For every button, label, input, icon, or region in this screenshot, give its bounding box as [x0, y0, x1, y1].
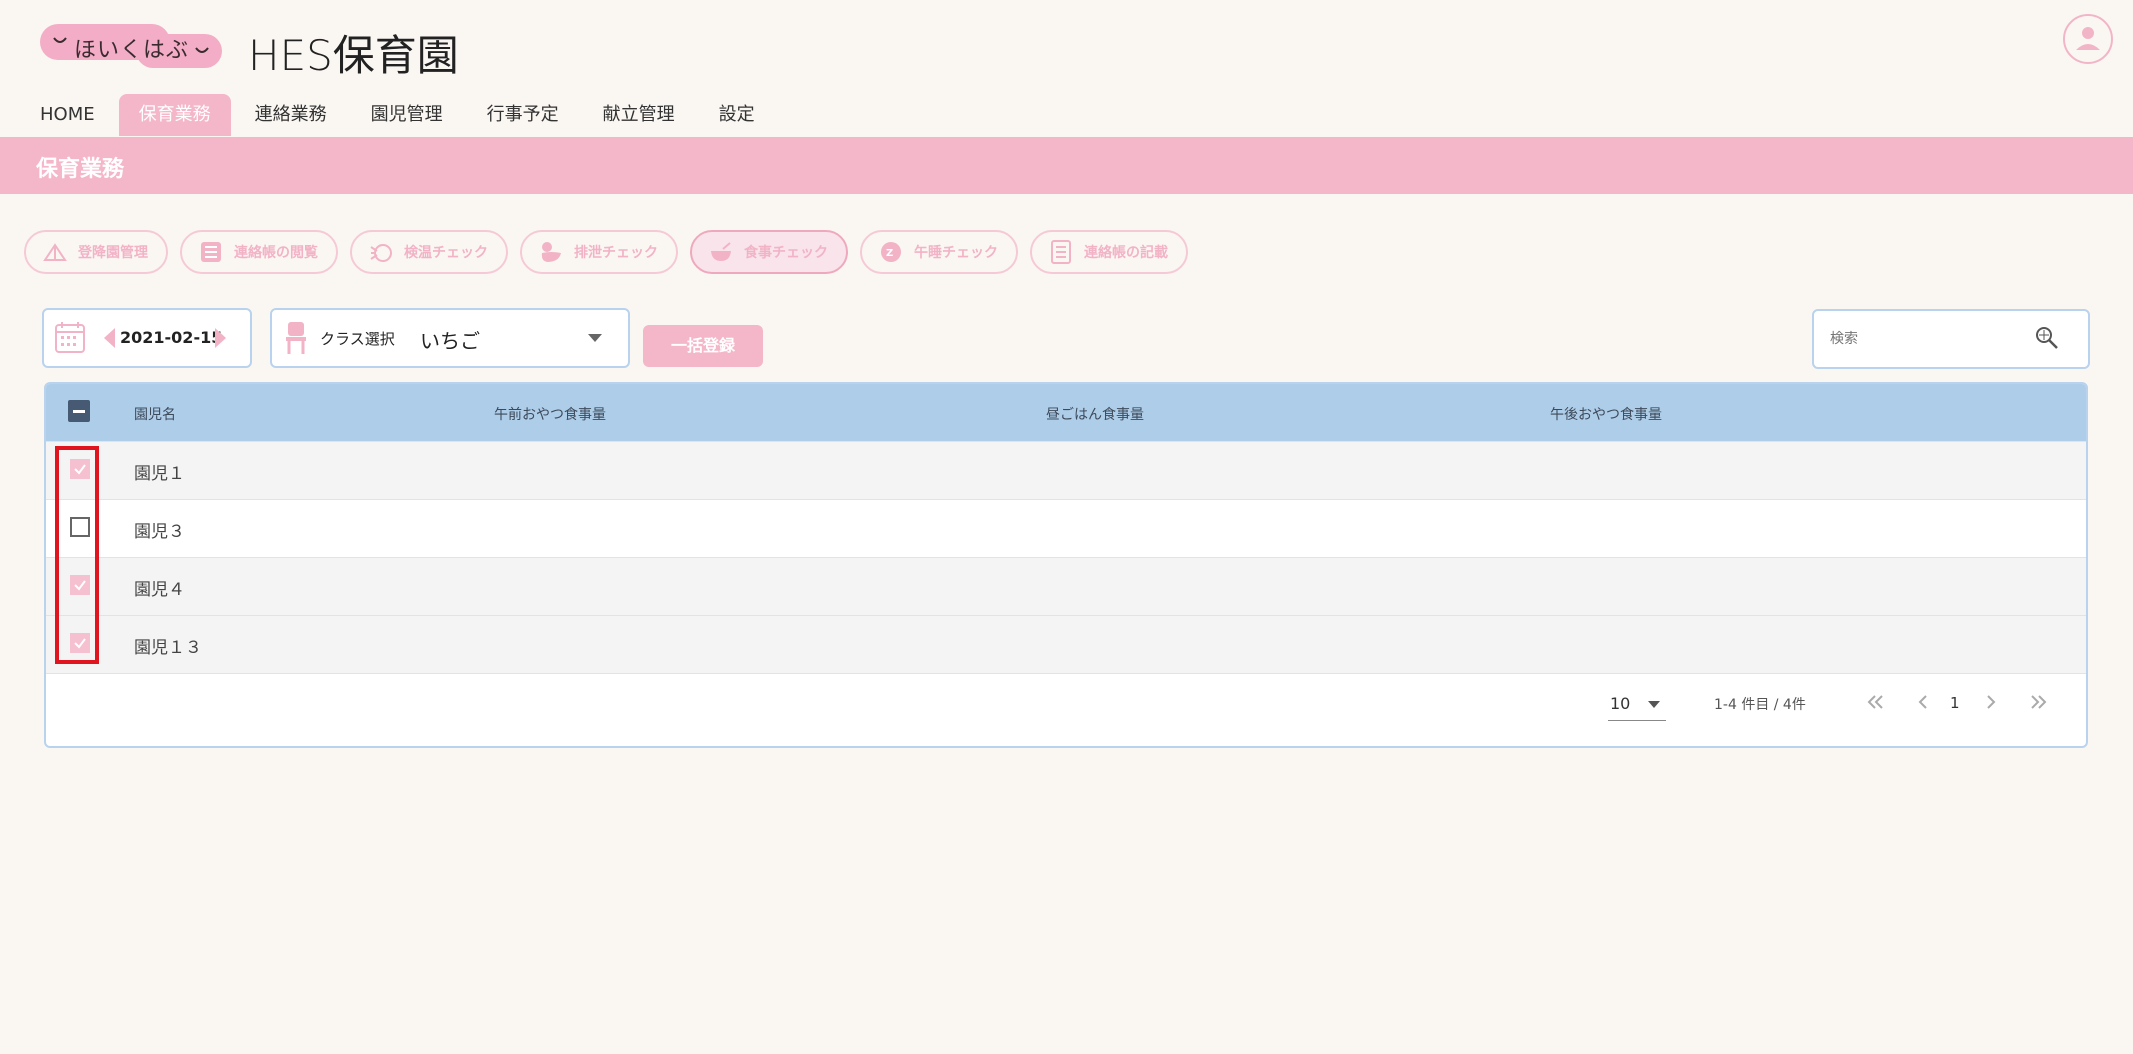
attendance-label: 登降園管理 — [78, 245, 148, 261]
tab-children[interactable]: 園児管理 — [351, 94, 463, 136]
bulk-register-button[interactable]: 一括登録 — [643, 325, 763, 367]
prev-page-icon[interactable] — [1916, 694, 1930, 710]
tab-childcare[interactable]: 保育業務 — [118, 94, 231, 136]
thermometer-icon — [368, 239, 394, 265]
table-row: 園児１ — [46, 441, 2086, 499]
section-title: 保育業務 — [36, 157, 125, 182]
class-select[interactable]: クラス選択 いちご — [270, 308, 630, 368]
app-logo[interactable]: ほいくはぶ — [40, 24, 222, 68]
pagination: 10 1-4 件目 / 4件 1 — [46, 676, 2086, 736]
current-page: 1 — [1950, 694, 1960, 712]
list-icon — [198, 239, 224, 265]
table-row: 園児３ — [46, 499, 2086, 557]
bowl-icon — [708, 239, 734, 265]
child-name: 園児４ — [134, 580, 185, 600]
table-row: 園児４ — [46, 557, 2086, 615]
nap-check-button[interactable]: Z 午睡チェック — [860, 230, 1018, 274]
tab-home[interactable]: HOME — [20, 94, 115, 136]
next-page-icon[interactable] — [1984, 694, 1998, 710]
col-morning-snack: 午前おやつ食事量 — [494, 407, 606, 423]
smile-icon — [53, 37, 67, 43]
toilet-check-button[interactable]: 排泄チェック — [520, 230, 678, 274]
page-size-select[interactable]: 10 — [1608, 688, 1666, 721]
col-afternoon-snack: 午後おやつ食事量 — [1550, 407, 1662, 423]
page-range-text: 1-4 件目 / 4件 — [1714, 697, 1806, 713]
first-page-icon[interactable] — [1866, 694, 1886, 710]
child-name: 園児１ — [134, 464, 185, 484]
tab-menu[interactable]: 献立管理 — [583, 94, 695, 136]
write-notebook-label: 連絡帳の記載 — [1084, 245, 1168, 261]
tab-contact[interactable]: 連絡業務 — [235, 94, 347, 136]
user-avatar-button[interactable] — [2063, 14, 2113, 64]
minus-icon — [73, 410, 85, 413]
main-nav: HOME 保育業務 連絡業務 園児管理 行事予定 献立管理 設定 — [20, 94, 779, 136]
chevron-down-icon — [1648, 701, 1660, 708]
smile-icon — [195, 47, 209, 53]
table-row: 園児１３ — [46, 615, 2086, 674]
prev-date-icon[interactable] — [104, 328, 116, 348]
meal-table: 園児名 午前おやつ食事量 昼ごはん食事量 午後おやつ食事量 園児１ 園児３ 園児… — [44, 382, 2088, 748]
col-child-name: 園児名 — [134, 407, 176, 423]
page-title: HES保育園 — [248, 31, 459, 80]
tab-events[interactable]: 行事予定 — [467, 94, 579, 136]
tab-settings[interactable]: 設定 — [699, 94, 775, 136]
meal-check-label: 食事チェック — [744, 245, 828, 261]
class-select-value: いちご — [420, 329, 480, 353]
table-header: 園児名 午前おやつ食事量 昼ごはん食事量 午後おやつ食事量 — [46, 384, 2086, 441]
sleep-icon: Z — [878, 239, 904, 265]
search-icon[interactable] — [2034, 325, 2060, 351]
nap-check-label: 午睡チェック — [914, 245, 998, 261]
search-box — [1812, 309, 2090, 369]
view-notebook-label: 連絡帳の閲覧 — [234, 245, 318, 261]
meal-check-button[interactable]: 食事チェック — [690, 230, 848, 274]
logo-text: ほいくはぶ — [74, 38, 190, 63]
select-all-checkbox[interactable] — [68, 400, 90, 422]
function-buttons: 登降園管理 連絡帳の閲覧 検温チェック 排泄チェック 食事チェック Z 午睡チェ… — [24, 230, 1200, 274]
temperature-check-button[interactable]: 検温チェック — [350, 230, 508, 274]
child-name: 園児３ — [134, 522, 185, 542]
notebook-icon — [1048, 239, 1074, 265]
highlight-box — [55, 446, 99, 664]
tent-icon — [42, 239, 68, 265]
col-lunch: 昼ごはん食事量 — [1046, 407, 1144, 423]
chevron-down-icon — [588, 334, 602, 342]
search-input[interactable] — [1828, 321, 2032, 357]
date-picker: 2021-02-15 — [42, 308, 252, 368]
write-notebook-button[interactable]: 連絡帳の記載 — [1030, 230, 1188, 274]
page-size-value: 10 — [1610, 694, 1631, 713]
user-icon — [2076, 27, 2100, 50]
next-date-icon[interactable] — [214, 328, 226, 348]
view-notebook-button[interactable]: 連絡帳の閲覧 — [180, 230, 338, 274]
class-select-label: クラス選択 — [320, 330, 395, 348]
svg-text:Z: Z — [886, 248, 893, 259]
toilet-check-label: 排泄チェック — [574, 245, 658, 261]
attendance-button[interactable]: 登降園管理 — [24, 230, 168, 274]
duck-icon — [538, 239, 564, 265]
section-band — [0, 137, 2133, 194]
current-date: 2021-02-15 — [120, 328, 223, 347]
temperature-check-label: 検温チェック — [404, 245, 488, 261]
last-page-icon[interactable] — [2028, 694, 2048, 710]
chair-icon — [286, 322, 306, 354]
child-name: 園児１３ — [134, 638, 202, 658]
calendar-icon[interactable] — [54, 320, 86, 354]
